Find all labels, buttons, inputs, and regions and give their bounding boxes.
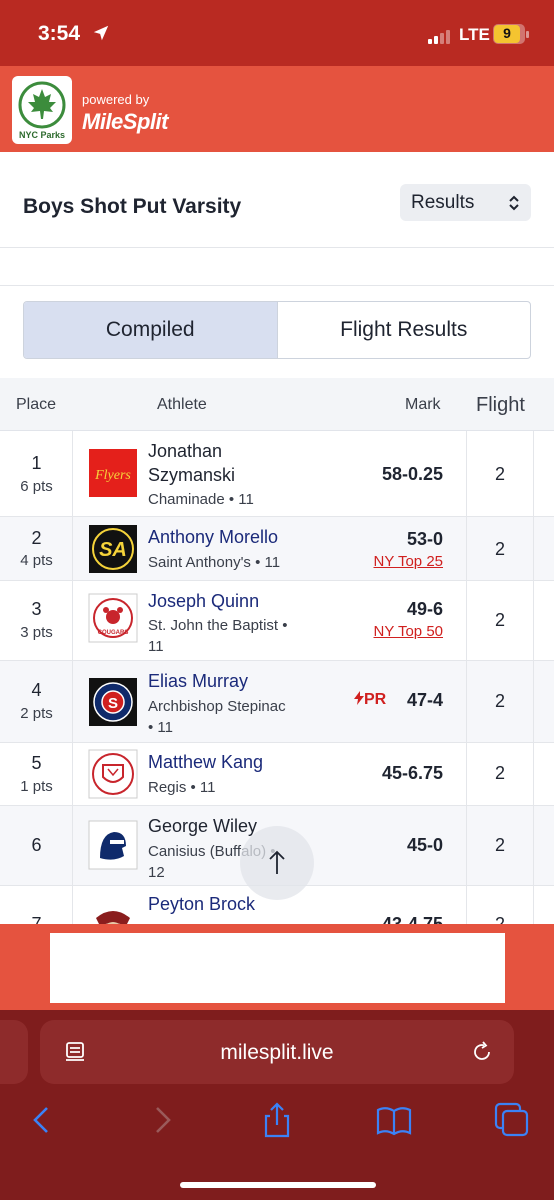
- svg-text:Flyers: Flyers: [94, 468, 131, 483]
- powered-by-label: powered by: [82, 92, 150, 107]
- header-place[interactable]: Place: [16, 396, 56, 414]
- points-value: 3 pts: [20, 624, 53, 641]
- mark-value: 53-0: [406, 529, 443, 549]
- table-row[interactable]: 2 4 pts SA Anthony Morello Saint Anthony…: [0, 517, 554, 581]
- home-indicator: [180, 1182, 376, 1188]
- tab-compiled[interactable]: Compiled: [24, 302, 278, 358]
- chevron-updown-icon: [509, 195, 519, 211]
- athlete-school: Archbishop Stepinac • 11: [148, 698, 286, 736]
- ranking-link[interactable]: NY Top 25: [374, 553, 444, 570]
- mark-value: 49-6: [406, 599, 443, 619]
- divider: [0, 248, 554, 286]
- tab-flight-results[interactable]: Flight Results: [278, 302, 531, 358]
- status-bar: 3:54 LTE 9: [0, 0, 554, 66]
- place-value: 7: [31, 914, 42, 924]
- tabs-icon[interactable]: [492, 1100, 532, 1140]
- event-title: Boys Shot Put Varsity: [23, 195, 242, 218]
- header-mark[interactable]: Mark: [405, 396, 441, 414]
- battery-icon: 9: [493, 24, 529, 44]
- scroll-to-top-button[interactable]: [240, 826, 314, 900]
- athlete-name[interactable]: George Wiley: [148, 814, 353, 838]
- ranking-link[interactable]: NY Top 50: [374, 623, 444, 640]
- event-header: Boys Shot Put Varsity Results: [0, 152, 554, 248]
- milesplit-logo[interactable]: MileSplit: [82, 109, 168, 135]
- stepinac-logo: S: [89, 678, 137, 726]
- flight-value: 2: [494, 464, 505, 484]
- points-value: 2 pts: [20, 705, 53, 722]
- athlete-name[interactable]: Jonathan Szymanski: [148, 439, 353, 487]
- mark-value: 45-0: [406, 835, 443, 855]
- athlete-school: St. John the Baptist • 11: [148, 617, 288, 655]
- nyc-parks-logo[interactable]: NYC Parks: [12, 76, 72, 144]
- place-value: 6: [31, 835, 42, 855]
- athlete-name-link[interactable]: Matthew Kang: [148, 750, 353, 774]
- battery-level: 9: [503, 25, 511, 41]
- table-header: Place Athlete Mark Flight: [0, 378, 554, 431]
- canisius-logo: [88, 820, 138, 870]
- athlete-name-link[interactable]: Elias Murray: [148, 669, 353, 693]
- athlete-name-link[interactable]: Anthony Morello: [148, 525, 353, 549]
- personal-record-badge: PR: [354, 691, 386, 709]
- place-value: 4: [31, 680, 42, 700]
- svg-text:SA: SA: [99, 539, 127, 561]
- ad-slot[interactable]: [50, 933, 505, 1003]
- scroll-top-arrow-icon: [269, 850, 285, 874]
- athlete-name-link[interactable]: Joseph Quinn: [148, 589, 353, 613]
- lightning-icon: [354, 691, 364, 705]
- athlete-school: Regis • 11: [148, 779, 216, 796]
- mark-value: 47-4: [406, 690, 443, 710]
- saint-anthonys-logo: SA: [89, 525, 137, 573]
- svg-text:S: S: [108, 695, 118, 712]
- mark-value: 43-4.75: [381, 914, 443, 924]
- mark-value: 58-0.25: [381, 464, 443, 484]
- forward-icon[interactable]: [142, 1100, 182, 1140]
- flight-value: 2: [494, 539, 505, 559]
- mark-value: 45-6.75: [381, 763, 443, 783]
- points-value: 6 pts: [20, 478, 53, 495]
- bookmarks-icon[interactable]: [374, 1100, 414, 1140]
- header-flight[interactable]: Flight: [476, 394, 525, 417]
- share-icon[interactable]: [257, 1100, 297, 1140]
- place-value: 3: [31, 599, 42, 619]
- url-text: milesplit.live: [220, 1041, 334, 1064]
- flight-value: 2: [494, 691, 505, 711]
- place-value: 1: [31, 453, 42, 473]
- table-row[interactable]: 1 6 pts Flyers Jonathan Szymanski Chamina…: [0, 431, 554, 517]
- st-john-baptist-logo: COUGARS: [88, 593, 138, 643]
- status-time: 3:54: [38, 22, 81, 45]
- results-tabs: Compiled Flight Results: [23, 301, 531, 359]
- points-value: 1 pts: [20, 778, 53, 795]
- address-bar[interactable]: milesplit.live: [40, 1020, 514, 1084]
- location-arrow-icon: [93, 25, 109, 41]
- table-row[interactable]: 5 1 pts Matthew Kang Regis • 11 45-6.75 …: [0, 743, 554, 806]
- header-athlete[interactable]: Athlete: [157, 396, 207, 414]
- athlete-name-link[interactable]: Peyton Brock: [148, 892, 353, 916]
- table-row[interactable]: 4 2 pts S Elias Murray Archbishop Stepin…: [0, 661, 554, 743]
- flight-value: 2: [494, 835, 505, 855]
- athlete-school: Saint Anthony's • 11: [148, 554, 281, 571]
- points-value: 4 pts: [20, 552, 53, 569]
- brand-header: NYC Parks powered by MileSplit: [0, 66, 554, 152]
- place-value: 2: [31, 528, 42, 548]
- previous-tab-preview[interactable]: [0, 1020, 28, 1084]
- flight-value: 2: [494, 610, 505, 630]
- signal-icon: [428, 26, 452, 44]
- athlete-school: Chaminade • 11: [148, 491, 254, 508]
- network-label: LTE: [459, 25, 490, 44]
- ad-banner-area: [0, 924, 554, 1010]
- view-select[interactable]: Results: [400, 184, 531, 221]
- regis-logo: [88, 749, 138, 799]
- school-logo: [96, 911, 130, 924]
- nyc-parks-leaf-icon: [18, 81, 66, 129]
- place-value: 5: [31, 753, 42, 773]
- nyc-parks-label: NYC Parks: [18, 130, 66, 140]
- flight-value: 2: [494, 763, 505, 783]
- svg-text:COUGARS: COUGARS: [98, 630, 129, 636]
- view-select-value: Results: [411, 192, 475, 213]
- flight-value: 2: [494, 914, 505, 924]
- back-icon[interactable]: [22, 1100, 62, 1140]
- reload-icon[interactable]: [470, 1040, 494, 1064]
- table-row[interactable]: 3 3 pts COUGARS Joseph Quinn St. John th…: [0, 581, 554, 661]
- chaminade-logo: Flyers: [89, 449, 137, 497]
